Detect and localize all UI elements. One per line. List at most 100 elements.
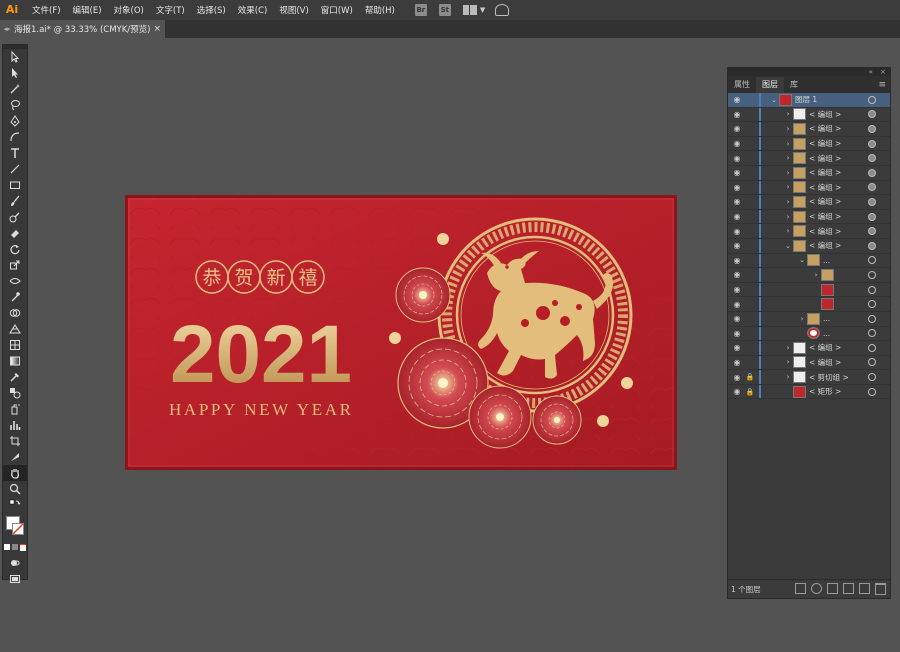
chevron-down-icon[interactable]: ▼ (480, 6, 485, 14)
bridge-button[interactable]: Br (414, 4, 427, 16)
curvature-tool[interactable] (3, 129, 27, 145)
layer-name[interactable]: ... (823, 314, 830, 323)
tab-layers[interactable]: 图层 (756, 77, 784, 93)
layer-row[interactable]: ◉ › < 编组 > (728, 341, 890, 356)
gpu-performance-icon[interactable] (495, 4, 510, 16)
menu-view[interactable]: 视图(V) (273, 4, 314, 16)
visibility-eye-icon[interactable]: ◉ (732, 256, 742, 265)
target-circle-icon[interactable] (868, 241, 876, 250)
collapse-panel-icon[interactable]: « (869, 68, 873, 76)
layer-row[interactable]: ◉ ›... (728, 311, 890, 327)
chevron-right-icon[interactable]: › (783, 183, 793, 191)
layer-row[interactable]: ◉... (728, 326, 890, 342)
fill-stroke-swatches[interactable] (3, 513, 27, 539)
layer-name[interactable]: < 编组 > (809, 240, 841, 251)
target-circle-icon[interactable] (868, 270, 876, 279)
chevron-right-icon[interactable]: › (783, 154, 793, 162)
menu-file[interactable]: 文件(F) (26, 4, 67, 16)
layer-name[interactable]: < 编组 > (809, 226, 841, 237)
layer-row[interactable]: ◉ › < 编组 > (728, 224, 890, 239)
visibility-eye-icon[interactable]: ◉ (732, 227, 742, 236)
close-panel-icon[interactable]: × (880, 68, 886, 76)
tab-libraries[interactable]: 库 (784, 77, 804, 93)
layer-row[interactable]: ◉ › < 编组 > (728, 180, 890, 196)
visibility-eye-icon[interactable]: ◉ (732, 300, 742, 309)
layer-name[interactable]: < 编组 > (809, 138, 841, 149)
visibility-eye-icon[interactable]: ◉ (732, 343, 742, 352)
layer-row[interactable]: ◉ ⌄ < 编组 > (728, 238, 890, 254)
chevron-down-icon[interactable]: ⌄ (769, 96, 779, 104)
tab-grip-icon[interactable]: ◂▸ (0, 25, 14, 33)
magic-wand-tool[interactable] (3, 81, 27, 97)
layer-row[interactable]: ◉ › < 编组 > (728, 136, 890, 152)
make-clipping-mask-icon[interactable] (827, 583, 838, 594)
visibility-eye-icon[interactable]: ◉ (732, 373, 742, 382)
zoom-tool[interactable] (3, 481, 27, 497)
layer-name[interactable]: < 编组 > (809, 357, 841, 368)
export-icon[interactable] (795, 583, 806, 594)
shape-builder-tool[interactable] (3, 305, 27, 321)
menu-effect[interactable]: 效果(C) (232, 4, 274, 16)
target-circle-icon[interactable] (868, 124, 876, 133)
visibility-eye-icon[interactable]: ◉ (732, 110, 742, 119)
menu-select[interactable]: 选择(S) (191, 4, 232, 16)
layer-name[interactable]: < 编组 > (809, 109, 841, 120)
target-circle-icon[interactable] (868, 183, 876, 192)
visibility-eye-icon[interactable]: ◉ (732, 139, 742, 148)
stroke-swatch[interactable] (12, 523, 24, 535)
chevron-right-icon[interactable]: › (783, 169, 793, 177)
lasso-tool[interactable] (3, 97, 27, 113)
layer-name[interactable]: ... (823, 329, 830, 338)
layer-name[interactable]: < 编组 > (809, 182, 841, 193)
drawing-mode-button[interactable] (3, 555, 27, 571)
target-circle-icon[interactable] (868, 154, 876, 163)
chevron-right-icon[interactable]: › (783, 213, 793, 221)
chevron-right-icon[interactable]: › (783, 125, 793, 133)
visibility-eye-icon[interactable]: ◉ (732, 358, 742, 367)
layer-row[interactable]: ◉ ⌄ 图层 1 (728, 93, 890, 108)
visibility-eye-icon[interactable]: ◉ (732, 183, 742, 192)
stock-button[interactable]: St (438, 4, 451, 16)
tab-properties[interactable]: 属性 (728, 77, 756, 93)
target-circle-icon[interactable] (868, 227, 876, 236)
target-circle-icon[interactable] (868, 95, 876, 104)
visibility-eye-icon[interactable]: ◉ (732, 241, 742, 250)
target-circle-icon[interactable] (868, 212, 876, 221)
puppet-warp-tool[interactable] (3, 289, 27, 305)
gradient-tool[interactable] (3, 353, 27, 369)
visibility-eye-icon[interactable]: ◉ (732, 285, 742, 294)
chevron-down-icon[interactable]: ⌄ (783, 242, 793, 250)
rectangle-tool[interactable] (3, 177, 27, 193)
layer-name[interactable]: < 剪切组 > (809, 372, 849, 383)
hand-tool[interactable] (3, 465, 27, 481)
target-circle-icon[interactable] (868, 168, 876, 177)
chevron-down-icon[interactable]: ⌄ (797, 256, 807, 264)
target-circle-icon[interactable] (868, 358, 876, 367)
chevron-right-icon[interactable]: › (783, 198, 793, 206)
slice-tool[interactable] (3, 449, 27, 465)
layer-name[interactable]: < 编组 > (809, 123, 841, 134)
target-circle-icon[interactable] (868, 373, 876, 382)
chevron-right-icon[interactable]: › (783, 110, 793, 118)
visibility-eye-icon[interactable]: ◉ (732, 154, 742, 163)
layer-name[interactable]: < 编组 > (809, 211, 841, 222)
layer-row[interactable]: ◉ › < 编组 > (728, 195, 890, 210)
workspace-layout-icon[interactable] (462, 5, 477, 15)
color-mode-icon[interactable] (4, 544, 10, 550)
target-circle-icon[interactable] (868, 314, 876, 323)
artboard-canvas[interactable]: 恭 贺 新 禧 2021 HAPPY NEW YEAR (125, 195, 677, 470)
layer-row[interactable]: ◉ › < 编组 > (728, 209, 890, 225)
layer-name[interactable]: < 编组 > (809, 342, 841, 353)
type-tool[interactable] (3, 145, 27, 161)
layer-row[interactable]: ◉ › < 编组 > (728, 165, 890, 181)
lock-icon[interactable]: 🔒 (745, 373, 755, 381)
shaper-tool[interactable] (3, 209, 27, 225)
target-circle-icon[interactable] (868, 329, 876, 338)
eyedropper-tool[interactable] (3, 369, 27, 385)
chevron-right-icon[interactable]: › (783, 358, 793, 366)
panel-menu-icon[interactable]: ≡ (878, 77, 886, 93)
chevron-right-icon[interactable]: › (797, 315, 807, 323)
symbol-sprayer-tool[interactable] (3, 401, 27, 417)
color-mode-buttons[interactable] (3, 539, 27, 555)
layer-name[interactable]: < 编组 > (809, 153, 841, 164)
